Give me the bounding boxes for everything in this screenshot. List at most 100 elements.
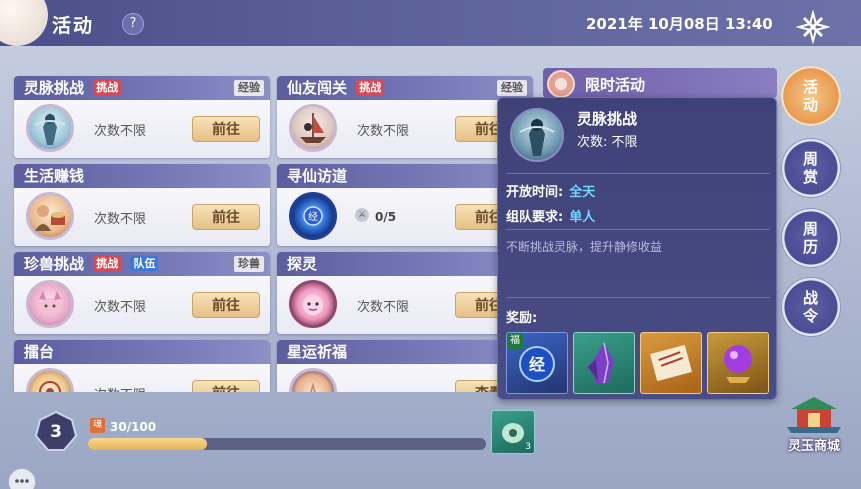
ghost-warrior-icon	[26, 104, 74, 152]
count-limit: 次数不限	[357, 300, 410, 315]
level-number: 3	[50, 422, 62, 442]
team-label: 组队要求:	[506, 210, 564, 225]
side-tab-label: 战令	[802, 289, 819, 325]
challenge-tag: 挑战	[93, 256, 122, 271]
card-header: 寻仙访道	[277, 164, 533, 188]
side-tab-weekly-calendar[interactable]: 周历	[781, 208, 841, 268]
chat-icon[interactable]	[8, 468, 36, 489]
side-tab-battle-pass[interactable]: 战令	[781, 277, 841, 337]
card-header: 生活赚钱	[14, 164, 270, 188]
card-header: 灵脉挑战 挑战 经验	[14, 76, 270, 100]
close-icon[interactable]	[796, 10, 830, 44]
category-tag: 经验	[497, 80, 527, 96]
shop-label: 灵玉商城	[787, 439, 840, 454]
purple-pearl-icon[interactable]	[707, 332, 769, 394]
open-time-row: 开放时间: 全天	[506, 181, 595, 200]
team-tag: 队伍	[130, 256, 159, 271]
activity-grid[interactable]: 灵脉挑战 挑战 经验 次数不限 前往 仙友闯关 挑战 经验 次数不限 前往 生活…	[8, 64, 540, 392]
exp-orb-icon[interactable]: 经 福	[506, 332, 568, 394]
ship-warrior-icon	[289, 104, 337, 152]
item-count: 3	[525, 442, 531, 452]
count-limit: 次数不限	[94, 300, 147, 315]
top-bar: 活动 ? 2021年 10月08日 13:40	[0, 0, 861, 46]
limited-activity-label: 限时活动	[585, 76, 646, 94]
arena-icon	[26, 368, 74, 392]
divider	[506, 297, 770, 298]
count-limit: 次数不限	[94, 124, 147, 139]
page-title: 活动	[52, 15, 95, 37]
reward-label: 奖励:	[506, 311, 538, 326]
merchant-icon	[26, 192, 74, 240]
progress-count: 0/5	[375, 210, 397, 224]
side-tab-label: 周历	[802, 220, 819, 256]
popup-count: 次数: 不限	[577, 135, 638, 150]
goto-button[interactable]: 前往	[192, 204, 260, 230]
side-tab-activity[interactable]: 活动	[781, 66, 841, 126]
card-header: 星运祈福	[277, 340, 533, 364]
level-progress-fill	[88, 438, 208, 450]
reward-badge: 福	[507, 333, 523, 349]
svg-text:经: 经	[529, 355, 545, 374]
card-header: 探灵	[277, 252, 533, 276]
card-title: 寻仙访道	[287, 167, 348, 185]
count-limit: 次数不限	[94, 212, 147, 227]
goto-button[interactable]: 前往	[192, 380, 260, 392]
challenge-tag: 挑战	[93, 80, 122, 95]
datetime: 2021年 10月08日 13:40	[586, 15, 773, 33]
pavilion-icon	[787, 397, 841, 433]
open-time-value: 全天	[569, 185, 596, 200]
experience-orb-icon: 经	[289, 192, 337, 240]
soul-badge: 魂	[90, 418, 105, 433]
card-title: 星运祈福	[287, 343, 348, 361]
jade-shop-button[interactable]: 灵玉商城	[781, 393, 847, 455]
purple-crystal-icon[interactable]	[573, 332, 635, 394]
side-tab-label: 周赏	[802, 150, 819, 186]
card-tanling[interactable]: 探灵 次数不限 前往	[277, 252, 533, 334]
moon-decoration-icon	[0, 0, 48, 46]
challenge-tag: 挑战	[356, 80, 385, 95]
spirit-face-icon	[289, 280, 337, 328]
card-title: 仙友闯关	[287, 79, 348, 97]
popup-description: 不断挑战灵脉，提升静修收益	[506, 240, 663, 254]
card-title: 灵脉挑战	[24, 79, 85, 97]
team-row: 组队要求: 单人	[506, 206, 595, 225]
category-tag: 珍兽	[234, 256, 264, 272]
pink-beast-icon	[26, 280, 74, 328]
divider	[506, 229, 770, 230]
activity-detail-popup: 灵脉挑战 次数: 不限 开放时间: 全天 组队要求: 单人 不断挑战灵脉，提升静修收…	[497, 97, 777, 400]
limited-activity-icon	[547, 70, 575, 98]
team-value: 单人	[569, 210, 596, 225]
help-button[interactable]: ?	[122, 13, 144, 35]
goto-button[interactable]: 前往	[192, 116, 260, 142]
limited-activity-tab[interactable]: 限时活动	[543, 68, 777, 98]
prayer-icon	[289, 368, 337, 392]
count-limit: 次数不限	[94, 384, 146, 392]
activity-screen: 活动 ? 2021年 10月08日 13:40 灵脉挑战 挑战 经验 次数不限 …	[0, 0, 861, 489]
card-shenghuo[interactable]: 生活赚钱 次数不限 前往	[14, 164, 270, 246]
category-tag: 经验	[234, 80, 264, 96]
divider	[506, 173, 770, 174]
popup-activity-name: 灵脉挑战	[577, 110, 638, 128]
level-progress-bar	[88, 438, 486, 450]
card-lingmai[interactable]: 灵脉挑战 挑战 经验 次数不限 前往	[14, 76, 270, 158]
reward-item-slot[interactable]: 3	[491, 410, 535, 454]
slot-icon: ⚔	[355, 208, 369, 222]
card-xingyun[interactable]: 星运祈福 查看	[277, 340, 533, 392]
goto-button[interactable]: 前往	[192, 292, 260, 318]
card-xianyou[interactable]: 仙友闯关 挑战 经验 次数不限 前往	[277, 76, 533, 158]
card-title: 生活赚钱	[24, 167, 85, 185]
card-header: 擂台	[14, 340, 270, 364]
svg-text:经: 经	[308, 210, 318, 223]
side-tab-weekly-reward[interactable]: 周赏	[781, 138, 841, 198]
side-tab-label: 活动	[802, 78, 819, 114]
card-header: 仙友闯关 挑战 经验	[277, 76, 533, 100]
count-limit: 次数不限	[357, 124, 410, 139]
card-xunxian[interactable]: 寻仙访道 经 ⚔ 0/5 前往	[277, 164, 533, 246]
card-header: 珍兽挑战 挑战 队伍 珍兽	[14, 252, 270, 276]
scroll-map-icon[interactable]	[640, 332, 702, 394]
card-leitai[interactable]: 擂台 次数不限 前往	[14, 340, 270, 392]
card-title: 珍兽挑战	[24, 255, 85, 273]
open-time-label: 开放时间:	[506, 185, 564, 200]
ghost-warrior-icon	[510, 108, 564, 162]
card-zhenshou[interactable]: 珍兽挑战 挑战 队伍 珍兽 次数不限 前往	[14, 252, 270, 334]
